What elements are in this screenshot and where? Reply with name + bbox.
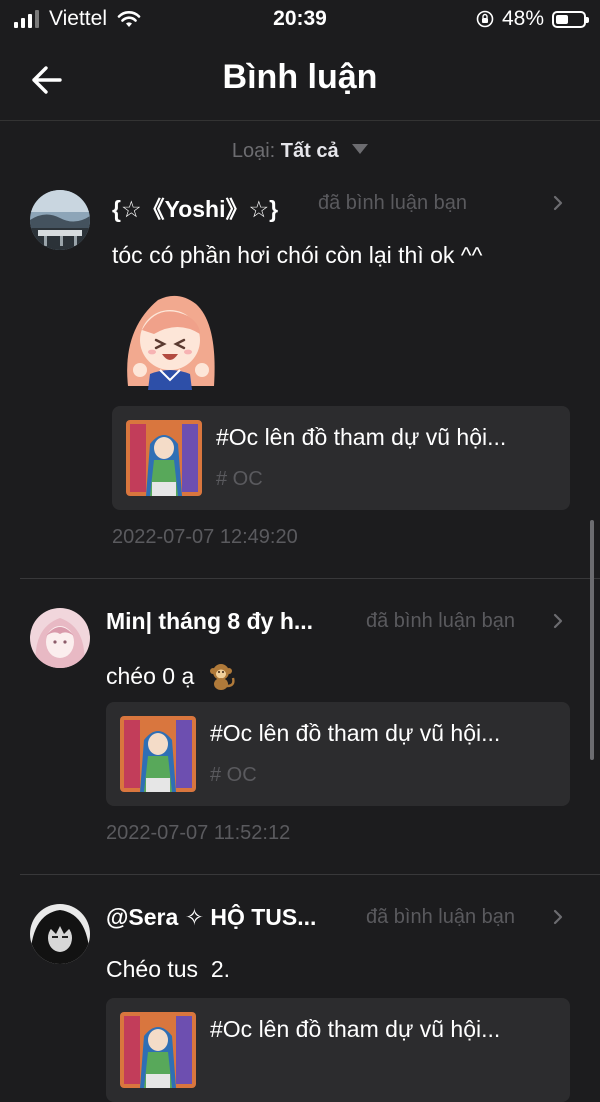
divider [20, 578, 600, 579]
post-thumbnail [126, 420, 202, 496]
post-tag: # OC [210, 764, 257, 786]
monkey-emoji-icon [209, 664, 235, 690]
comment-action-label: đã bình luận bạn [318, 192, 468, 214]
username[interactable]: @Sera ✧ HỘ TUS... [106, 904, 316, 931]
comment-item[interactable]: {☆《Yoshi》☆} đã bình luận bạn tóc có phần… [0, 180, 600, 580]
timestamp: 2022-07-07 12:49:20 [112, 526, 298, 548]
comment-action-label: đã bình luận bạn [366, 610, 516, 632]
comment-action-label: đã bình luận bạn [366, 906, 516, 928]
caret-down-icon [352, 144, 369, 154]
chevron-right-icon[interactable] [552, 194, 564, 212]
filter-value: Tất cả [280, 140, 339, 162]
post-card[interactable]: #Oc lên đồ tham dự vũ hội... # OC [106, 702, 570, 806]
scrollbar[interactable] [590, 520, 594, 760]
status-right: 48% [476, 7, 589, 31]
header: Bình luận [0, 40, 600, 121]
post-thumbnail [120, 1012, 196, 1088]
filter-dropdown[interactable]: Loại: Tất cả [0, 140, 600, 163]
post-thumbnail [120, 716, 196, 792]
post-title: #Oc lên đồ tham dự vũ hội... [210, 720, 501, 746]
comment-text-content: chéo 0 ạ [106, 663, 195, 689]
post-card[interactable]: #Oc lên đồ tham dự vũ hội... # OC [112, 406, 570, 510]
avatar[interactable] [30, 608, 90, 668]
divider [20, 874, 600, 875]
post-tag: # OC [216, 468, 263, 490]
username[interactable]: Min| tháng 8 đy h... [106, 608, 313, 635]
battery-level [556, 14, 569, 24]
avatar[interactable] [30, 904, 90, 964]
sticker-image [127, 295, 215, 390]
comment-text: tóc có phần hơi chói còn lại thì ok ^^ [112, 242, 483, 268]
battery-icon [552, 10, 589, 28]
comment-item[interactable]: Min| tháng 8 đy h... đã bình luận bạn ch… [0, 598, 600, 876]
timestamp: 2022-07-07 11:52:12 [106, 822, 291, 844]
page-title: Bình luận [222, 58, 378, 96]
avatar-image [30, 904, 90, 964]
username[interactable]: {☆《Yoshi》☆} [112, 190, 278, 224]
post-title: #Oc lên đồ tham dự vũ hội... [216, 424, 507, 450]
chevron-right-icon[interactable] [552, 612, 564, 630]
status-bar: Viettel 20:39 48% [0, 0, 600, 40]
avatar[interactable] [30, 190, 90, 250]
avatar-image [30, 190, 90, 250]
filter-label: Loại: [231, 140, 276, 162]
comment-item[interactable]: @Sera ✧ HỘ TUS... đã bình luận bạn Chéo … [0, 894, 600, 1102]
post-title: #Oc lên đồ tham dự vũ hội... [210, 1016, 501, 1042]
battery-percent: 48% [501, 7, 544, 30]
comment-text: chéo 0 ạ [106, 660, 237, 692]
avatar-image [30, 608, 90, 668]
rotation-lock-icon [476, 10, 494, 28]
comment-text: Chéo tus 2. [106, 956, 231, 982]
chevron-right-icon[interactable] [552, 908, 564, 926]
post-card[interactable]: #Oc lên đồ tham dự vũ hội... [106, 998, 570, 1102]
